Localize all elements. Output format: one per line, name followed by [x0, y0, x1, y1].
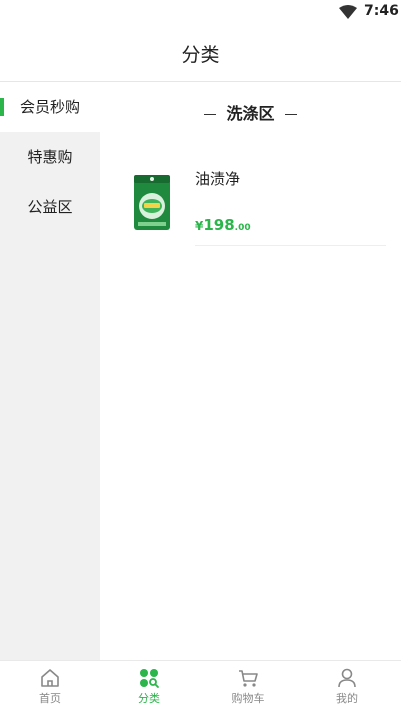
tab-label: 购物车	[231, 692, 265, 705]
status-bar: 7:46	[0, 0, 401, 24]
section-dash-right	[284, 114, 297, 115]
page-title: 分类	[181, 44, 220, 66]
product-price: ¥198.00	[195, 215, 251, 234]
sidebar-item-member-flash-buy[interactable]: 会员秒购	[0, 82, 100, 132]
section-dash-left	[204, 114, 217, 115]
active-indicator	[0, 98, 4, 116]
product-card[interactable]: 油渍净 ¥198.00	[120, 162, 386, 246]
tab-home[interactable]: 首页	[0, 661, 100, 710]
page-header: 分类	[0, 24, 401, 82]
cart-icon	[239, 670, 258, 687]
home-icon	[41, 669, 59, 687]
tab-category[interactable]: 分类	[99, 661, 199, 710]
status-time: 7:46	[364, 3, 399, 19]
tab-cart[interactable]: 购物车	[198, 661, 298, 710]
price-integer: 198	[203, 216, 235, 234]
wifi-icon	[339, 5, 357, 19]
product-divider	[195, 245, 386, 246]
section-title: 洗涤区	[226, 104, 275, 123]
tab-label: 首页	[39, 692, 61, 705]
product-name: 油渍净	[195, 170, 241, 188]
sidebar-item-label: 会员秒购	[19, 98, 80, 116]
detergent-bag-image	[134, 175, 170, 230]
tab-label: 我的	[336, 692, 358, 705]
sidebar-item-label: 特惠购	[27, 148, 73, 166]
category-sidebar: 会员秒购 特惠购 公益区	[0, 82, 100, 660]
category-content: 洗涤区 油渍净 ¥198.00	[100, 82, 401, 660]
sidebar-item-charity[interactable]: 公益区	[0, 182, 100, 232]
user-icon	[338, 668, 356, 688]
bottom-tab-bar: 首页 分类 购物车 我的	[0, 660, 401, 710]
tab-mine[interactable]: 我的	[297, 661, 397, 710]
price-decimal: .00	[234, 223, 251, 233]
sidebar-item-special-offer[interactable]: 特惠购	[0, 132, 100, 182]
sidebar-item-label: 公益区	[27, 198, 73, 216]
category-icon	[140, 669, 159, 688]
tab-label: 分类	[138, 692, 160, 705]
section-header: 洗涤区	[100, 100, 401, 123]
